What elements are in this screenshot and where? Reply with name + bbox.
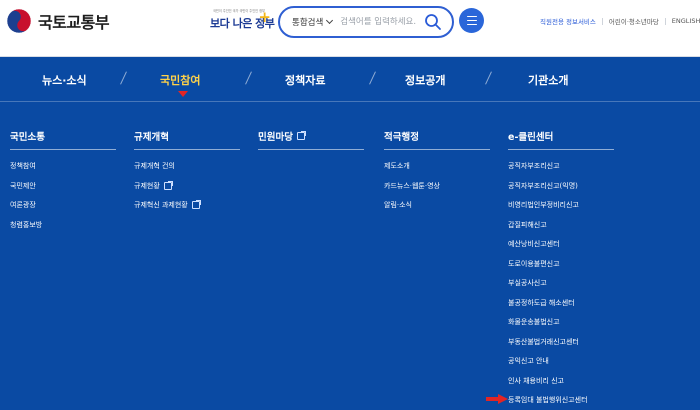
menu-column-civil-petition: 민원마당	[258, 129, 364, 150]
list-item[interactable]: 부동산불법거래신고센터	[508, 338, 614, 358]
column-title[interactable]: 민원마당	[258, 129, 364, 150]
list-item[interactable]: 알림·소식	[384, 201, 490, 221]
list-item[interactable]: 등록임대 불법행위신고센터	[508, 396, 614, 410]
column-list: 규제개혁 건의 규제현황 규제혁신 과제현황	[134, 162, 240, 221]
search-input[interactable]	[340, 17, 421, 27]
nav-separator	[485, 71, 492, 85]
menu-line	[466, 23, 477, 26]
list-item[interactable]: 불공정하도급 해소센터	[508, 299, 614, 319]
list-item[interactable]: 예산낭비신고센터	[508, 240, 614, 260]
column-list: 정책참여 국민제안 여론광장 청렴홍보방	[10, 162, 116, 240]
gnb-item-disclosure[interactable]: 정보공개	[405, 72, 445, 88]
list-item[interactable]: 규제현황	[134, 180, 240, 202]
menu-line	[466, 15, 477, 18]
menu-column-regulation: 규제개혁 규제개혁 건의 규제현황 규제혁신 과제현황	[134, 129, 240, 221]
red-pointer-arrow-icon	[486, 394, 508, 404]
column-list: 공직자부조리신고 공직자부조리신고(익명) 비영리법인부정비리신고 갑질피해신고…	[508, 162, 614, 410]
nav-separator	[369, 71, 376, 85]
list-item[interactable]: 규제개혁 건의	[134, 162, 240, 182]
list-item[interactable]: 인사 채용비리 신고	[508, 377, 614, 397]
util-link-kids[interactable]: 어린이·청소년마당	[609, 16, 659, 26]
nav-separator	[120, 71, 127, 85]
column-list: 제도소개 카드뉴스·웹툰·영상 알림·소식	[384, 162, 490, 221]
list-item[interactable]: 공직자부조리신고(익명)	[508, 182, 614, 202]
logo-text: 국토교통부	[38, 13, 110, 32]
nav-separator	[245, 71, 252, 85]
all-menu-button[interactable]	[459, 8, 484, 33]
column-title-text: 민원마당	[258, 132, 293, 143]
nav-divider	[0, 101, 700, 102]
external-link-icon	[296, 131, 306, 140]
search-box: 통합검색	[278, 6, 454, 38]
active-indicator-arrow	[178, 91, 188, 97]
taegeuk-logo-icon	[6, 8, 32, 34]
external-link-icon	[163, 180, 173, 190]
search-icon[interactable]	[424, 13, 442, 31]
list-item[interactable]: 공익신고 안내	[508, 357, 614, 377]
list-item[interactable]: 비영리법인부정비리신고	[508, 201, 614, 221]
gnb-item-participation[interactable]: 국민참여	[160, 72, 200, 88]
menu-line	[466, 19, 477, 22]
chevron-down-icon	[326, 16, 334, 25]
column-title[interactable]: 적극행정	[384, 129, 490, 150]
menu-column-proactive-admin: 적극행정 제도소개 카드뉴스·웹툰·영상 알림·소식	[384, 129, 490, 221]
list-item[interactable]: 카드뉴스·웹툰·영상	[384, 182, 490, 202]
plus-icon: +	[258, 8, 271, 26]
gnb-item-policy[interactable]: 정책자료	[285, 72, 325, 88]
global-nav: 뉴스·소식 국민참여 정책자료 정보공개 기관소개	[0, 57, 700, 101]
column-title[interactable]: e-클린센터	[508, 129, 614, 150]
list-item[interactable]: 규제혁신 과제현황	[134, 200, 240, 221]
list-item[interactable]: 여론광장	[10, 201, 116, 221]
menu-column-communication: 국민소통 정책참여 국민제안 여론광장 청렴홍보방	[10, 129, 116, 240]
list-item[interactable]: 도로이용불편신고	[508, 260, 614, 280]
menu-column-eclean: e-클린센터 공직자부조리신고 공직자부조리신고(익명) 비영리법인부정비리신고…	[508, 129, 614, 410]
gnb-item-about[interactable]: 기관소개	[528, 72, 568, 88]
column-title[interactable]: 규제개혁	[134, 129, 240, 150]
divider	[601, 17, 603, 25]
list-item[interactable]: 화물운송불법신고	[508, 318, 614, 338]
util-link-staff[interactable]: 직원전용 정보서비스	[540, 16, 596, 26]
mega-menu: 뉴스·소식 국민참여 정책자료 정보공개 기관소개 국민소통 정책참여 국민제안…	[0, 57, 700, 410]
list-item[interactable]: 부실공사신고	[508, 279, 614, 299]
list-item[interactable]: 공직자부조리신고	[508, 162, 614, 182]
utility-links: 직원전용 정보서비스 어린이·청소년마당 ENGLISH	[540, 16, 700, 26]
list-item[interactable]: 갑질피해신고	[508, 221, 614, 241]
slogan-badge: 국민이 주인인 국가 국민이 주인인 정부 보다 나은 정부 +	[208, 8, 275, 34]
gnb-item-news[interactable]: 뉴스·소식	[42, 72, 87, 88]
list-item[interactable]: 제도소개	[384, 162, 490, 182]
list-item[interactable]: 국민제안	[10, 182, 116, 202]
list-item[interactable]: 정책참여	[10, 162, 116, 182]
column-title[interactable]: 국민소통	[10, 129, 116, 150]
site-header: 국토교통부 국민이 주인인 국가 국민이 주인인 정부 보다 나은 정부 + 통…	[0, 0, 700, 57]
list-item[interactable]: 청렴홍보방	[10, 221, 116, 241]
util-link-english[interactable]: ENGLISH	[672, 17, 700, 25]
divider	[664, 17, 666, 25]
search-scope-label: 통합검색	[292, 18, 324, 28]
external-link-icon	[191, 200, 201, 209]
site-logo[interactable]: 국토교통부	[6, 8, 110, 34]
search-scope-select[interactable]: 통합검색	[292, 16, 334, 28]
